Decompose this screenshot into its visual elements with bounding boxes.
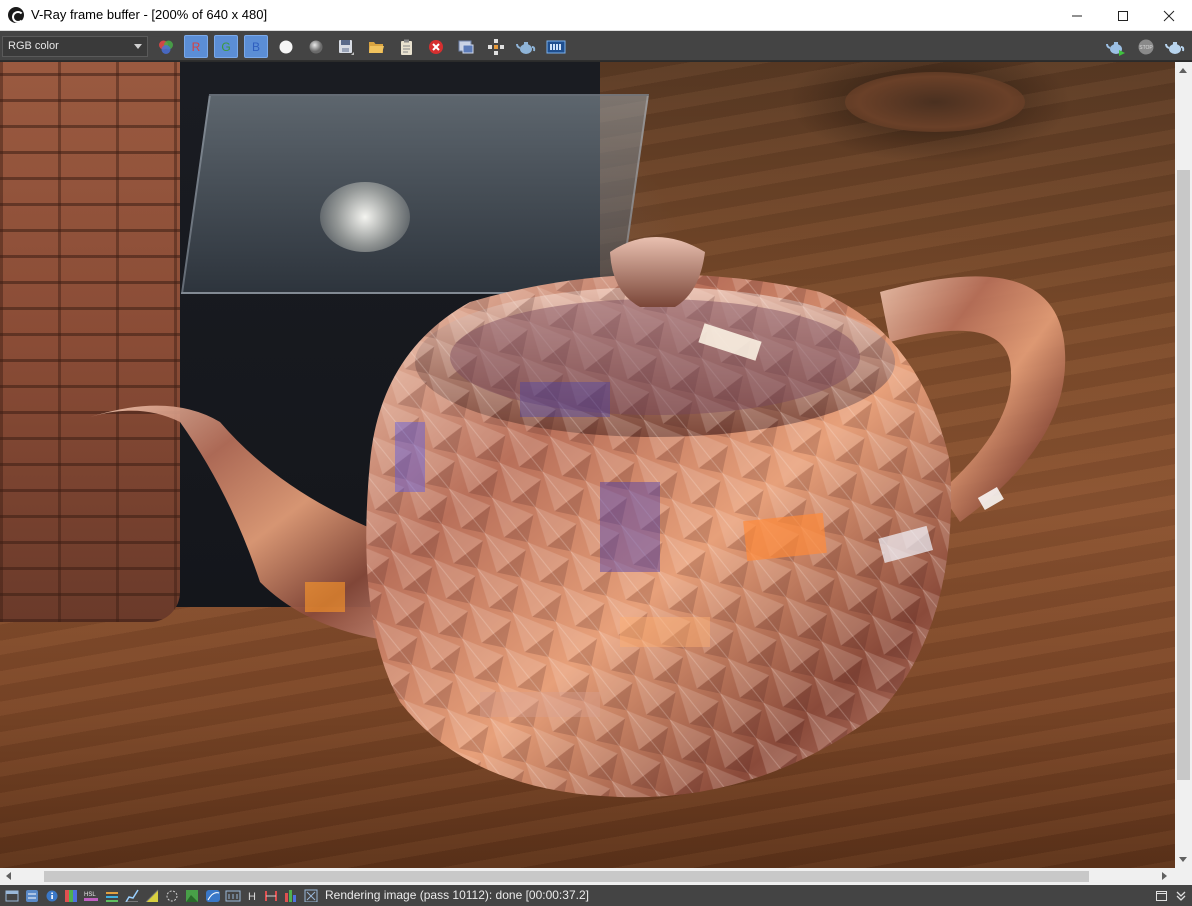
hsl-label: HSL <box>84 892 96 898</box>
open-image-button[interactable] <box>365 36 387 57</box>
histogram-icon[interactable] <box>284 889 298 902</box>
red-channel-label: R <box>191 39 201 54</box>
title-bar: V-Ray frame buffer - [200% of 640 x 480] <box>0 0 1192 31</box>
track-mouse-button[interactable] <box>455 36 477 57</box>
save-image-icon <box>339 39 354 55</box>
scroll-corner <box>1175 868 1192 885</box>
minimize-icon <box>1072 15 1082 16</box>
lens-effects-icon[interactable] <box>225 889 241 902</box>
h-label: H <box>248 891 256 902</box>
maximize-icon <box>1118 10 1128 21</box>
window-title: V-Ray frame buffer - [200% of 640 x 480] <box>31 7 268 22</box>
hsl-icon[interactable]: HSL <box>84 889 100 902</box>
restore-panel-icon[interactable] <box>1155 889 1169 902</box>
render-status-text: Rendering image (pass 10112): done [00:0… <box>325 888 589 902</box>
render-teapot-icon <box>1106 41 1125 56</box>
scroll-up-icon[interactable] <box>1179 68 1187 73</box>
info-icon[interactable] <box>45 889 59 902</box>
compare-icon[interactable] <box>205 889 221 902</box>
status-bar: HSL H Rendering image (pass 10112): done… <box>0 885 1192 906</box>
green-channel-label: G <box>221 39 231 54</box>
render-viewport[interactable] <box>0 62 1175 868</box>
background-icon[interactable] <box>185 889 199 902</box>
settings-icon[interactable] <box>25 889 39 902</box>
crystal-teapot-render <box>90 237 1066 798</box>
copy-clipboard-button[interactable] <box>395 36 417 57</box>
channel-dropdown-value: RGB color <box>8 40 59 52</box>
save-image-button[interactable] <box>335 36 357 57</box>
maximize-button[interactable] <box>1100 0 1146 31</box>
clipboard-icon <box>401 39 412 55</box>
open-folder-icon <box>369 41 384 53</box>
render-button[interactable] <box>1105 36 1127 57</box>
vray-app-icon <box>8 7 24 23</box>
stop-icon: STOP <box>1138 39 1154 54</box>
color-corrections-icon[interactable] <box>64 889 78 902</box>
scroll-right-icon[interactable] <box>1162 872 1167 880</box>
blue-channel-label: B <box>251 39 260 54</box>
double-chevron-down-icon[interactable] <box>1174 889 1188 902</box>
region-render-button[interactable] <box>485 36 507 57</box>
clear-image-button[interactable] <box>425 36 447 57</box>
gray-sphere-icon <box>309 40 323 53</box>
render-interactive-button[interactable] <box>1164 36 1186 57</box>
levels-icon[interactable] <box>105 889 119 902</box>
horizontal-scroll-thumb[interactable] <box>44 871 1089 882</box>
exposure-icon[interactable] <box>145 889 159 902</box>
history-film-icon <box>546 40 566 53</box>
horizontal-scrollbar[interactable] <box>0 868 1175 885</box>
close-button[interactable] <box>1146 0 1192 31</box>
history-button[interactable] <box>545 36 567 57</box>
color-channels-icon <box>159 40 173 54</box>
region-render-icon <box>488 38 504 55</box>
lut-icon[interactable] <box>165 889 179 902</box>
channel-dropdown[interactable]: RGB color <box>2 36 148 57</box>
stop-render-button[interactable]: STOP <box>1135 36 1157 57</box>
color-channels-button[interactable] <box>155 36 177 57</box>
teapot-interactive-icon <box>1165 41 1185 54</box>
pixel-aspect-icon[interactable] <box>304 889 318 902</box>
toolbar: RGB color R G B STOP <box>0 31 1192 61</box>
minimize-button[interactable] <box>1054 0 1100 31</box>
vertical-scroll-thumb[interactable] <box>1177 170 1190 780</box>
green-channel-toggle[interactable]: G <box>214 35 238 58</box>
curves-icon[interactable] <box>125 889 139 902</box>
panel-icon[interactable] <box>5 889 19 902</box>
stop-label: STOP <box>1139 45 1153 51</box>
teapot-icon <box>516 41 536 54</box>
scroll-down-icon[interactable] <box>1179 857 1187 862</box>
blue-channel-toggle[interactable]: B <box>244 35 268 58</box>
chevron-down-icon <box>134 44 142 49</box>
stereo-icon[interactable] <box>264 889 278 902</box>
render-last-button[interactable] <box>515 36 537 57</box>
scroll-left-icon[interactable] <box>6 872 11 880</box>
h-icon[interactable]: H <box>246 889 260 902</box>
red-channel-toggle[interactable]: R <box>184 35 208 58</box>
gray-sphere-button[interactable] <box>305 36 327 57</box>
clear-red-x-icon <box>429 39 443 54</box>
white-sphere-button[interactable] <box>275 36 297 57</box>
white-sphere-icon <box>279 40 293 53</box>
track-mouse-icon <box>458 40 474 53</box>
vertical-scrollbar[interactable] <box>1175 62 1192 868</box>
close-icon <box>1163 10 1175 21</box>
